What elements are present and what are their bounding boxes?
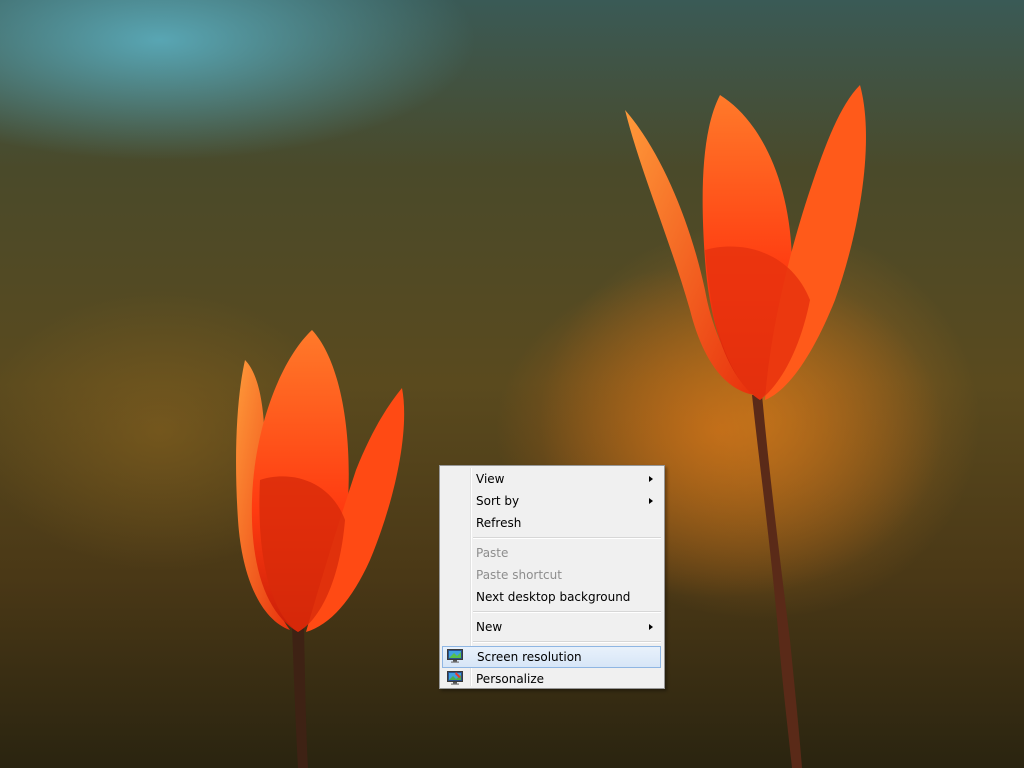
menu-separator [473, 641, 661, 643]
menu-separator [473, 611, 661, 613]
menu-item-label: Refresh [476, 516, 522, 530]
menu-item-label: Next desktop background [476, 590, 631, 604]
submenu-arrow-icon [649, 498, 653, 504]
menu-item-screen-resolution[interactable]: Screen resolution [442, 646, 661, 668]
personalize-icon [447, 671, 463, 685]
menu-item-label: Paste shortcut [476, 568, 562, 582]
menu-item-personalize[interactable]: Personalize [442, 668, 661, 690]
menu-item-view[interactable]: View [442, 468, 661, 490]
menu-item-label: View [476, 472, 505, 486]
menu-item-refresh[interactable]: Refresh [442, 512, 661, 534]
menu-item-label: Sort by [476, 494, 520, 508]
menu-item-paste-shortcut[interactable]: Paste shortcut [442, 564, 661, 586]
menu-item-label: Personalize [476, 672, 545, 686]
submenu-arrow-icon [649, 476, 653, 482]
monitor-icon [447, 649, 463, 663]
menu-separator [473, 537, 661, 539]
submenu-arrow-icon [649, 624, 653, 630]
desktop[interactable]: View Sort by Refresh Paste Paste shortcu… [0, 0, 1024, 768]
menu-item-label: New [476, 620, 503, 634]
menu-item-label: Screen resolution [477, 650, 582, 664]
menu-item-sort-by[interactable]: Sort by [442, 490, 661, 512]
menu-item-label: Paste [476, 546, 509, 560]
desktop-context-menu: View Sort by Refresh Paste Paste shortcu… [439, 465, 665, 689]
menu-item-next-desktop-background[interactable]: Next desktop background [442, 586, 661, 608]
menu-item-paste[interactable]: Paste [442, 542, 661, 564]
menu-item-new[interactable]: New [442, 616, 661, 638]
